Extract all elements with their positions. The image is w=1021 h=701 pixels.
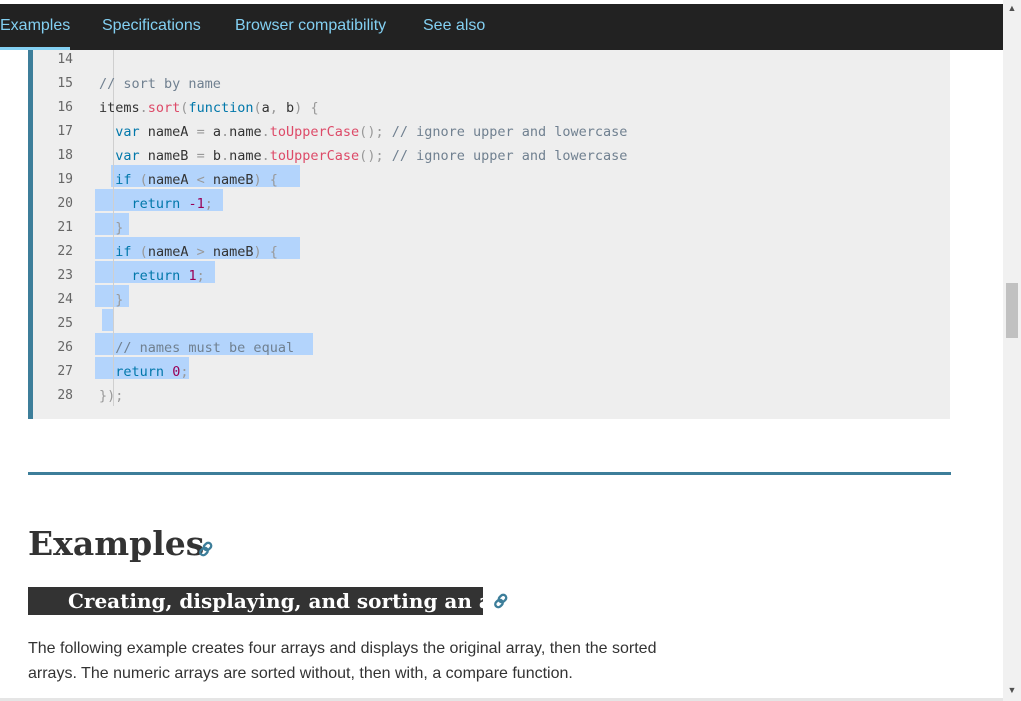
line-number: 14 [57,52,73,67]
code-line: // sort by name [99,76,221,92]
scroll-thumb[interactable] [1006,283,1018,338]
description-paragraph: The following example creates four array… [28,640,657,682]
arrow-down-icon[interactable]: ▼ [1003,682,1021,699]
line-number: 28 [57,388,73,403]
section-heading-text: Examples [28,524,205,563]
line-number: 26 [57,340,73,355]
line-number: 27 [57,364,73,379]
section-heading: Examples [28,524,204,563]
code-line: }); [99,388,124,404]
tab-examples[interactable]: Examples [0,4,71,50]
line-number: 18 [57,148,73,163]
code-line: if (nameA < nameB) { [115,172,278,188]
line-number: 15 [57,76,73,91]
line-number: 25 [57,316,73,331]
line-number: 21 [57,220,73,235]
line-number: 24 [57,292,73,307]
line-number: 19 [57,172,73,187]
code-line: return 0; [115,364,189,380]
subsection-heading: Creating, displaying, and sorting an arr… [28,587,483,615]
code-line: return 1; [131,268,205,284]
line-number: 20 [57,196,73,211]
code-line: return -1; [131,196,213,212]
tab-specifications[interactable]: Specifications [102,4,201,50]
arrow-up-icon[interactable]: ▲ [1003,0,1021,17]
code-line: items.sort(function(a, b) { [99,100,319,116]
code-line: var nameA = a.name.toUpperCase(); // ign… [115,124,628,140]
link-icon[interactable] [197,540,215,558]
code-block[interactable]: 14 15 16 17 18 19 20 21 22 23 24 25 26 27 28 // sort b… [28,50,950,419]
code-line: } [115,292,124,308]
line-number: 16 [57,100,73,115]
code-line: var nameB = b.name.toUpperCase(); // ign… [115,148,628,164]
code-line: } [115,220,124,236]
line-number: 22 [57,244,73,259]
section-nav: Examples Specifications Browser compatib… [0,4,1003,50]
section-divider [28,472,951,475]
vertical-scrollbar[interactable]: ▲ ▼ [1003,0,1021,701]
line-number: 17 [57,124,73,139]
line-number: 23 [57,268,73,283]
tab-see-also[interactable]: See also [423,4,485,50]
code-line: if (nameA > nameB) { [115,244,278,260]
code-line: // names must be equal [115,340,295,356]
tab-browser-compatibility[interactable]: Browser compatibility [235,4,386,50]
link-icon[interactable] [492,592,510,610]
